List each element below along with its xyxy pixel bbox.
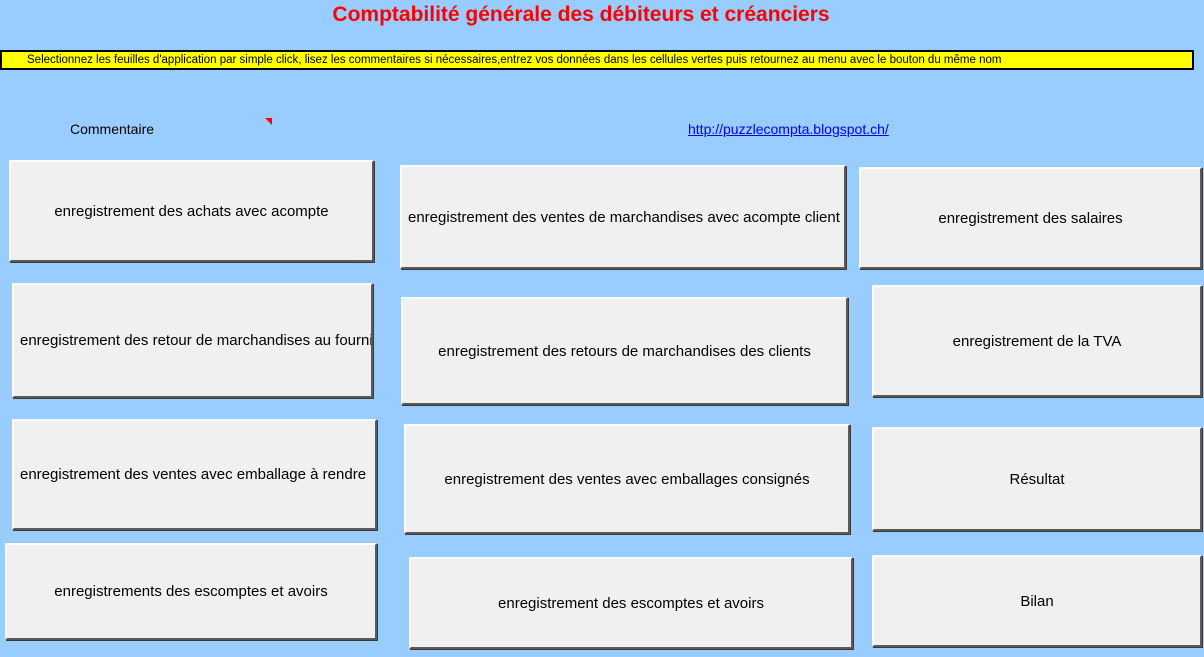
retour-fournisseurs-button[interactable]: enregistrement des retour de marchandise… [12,283,373,398]
comment-indicator-icon[interactable] [265,118,272,125]
comment-label: Commentaire [70,121,155,137]
escomptes-avoirs-button-2[interactable]: enregistrement des escomptes et avoirs [409,557,853,649]
instruction-banner: Selectionnez les feuilles d'application … [0,50,1194,70]
page-title: Comptabilité générale des débiteurs et c… [332,3,830,26]
ventes-emballage-rendre-button[interactable]: enregistrement des ventes avec emballage… [12,419,377,530]
tva-button[interactable]: enregistrement de la TVA [872,285,1202,397]
retours-clients-button[interactable]: enregistrement des retours de marchandis… [401,297,848,405]
ventes-acompte-button[interactable]: enregistrement des ventes de marchandise… [400,165,846,269]
salaires-button[interactable]: enregistrement des salaires [859,167,1202,269]
achats-acompte-button[interactable]: enregistrement des achats avec acompte [9,160,374,262]
blog-link[interactable]: http://puzzlecompta.blogspot.ch/ [688,121,889,137]
escomptes-avoirs-button-1[interactable]: enregistrements des escomptes et avoirs [5,543,377,640]
ventes-emballages-consignes-button[interactable]: enregistrement des ventes avec emballage… [404,424,850,534]
resultat-button[interactable]: Résultat [872,427,1202,531]
bilan-button[interactable]: Bilan [872,555,1202,647]
